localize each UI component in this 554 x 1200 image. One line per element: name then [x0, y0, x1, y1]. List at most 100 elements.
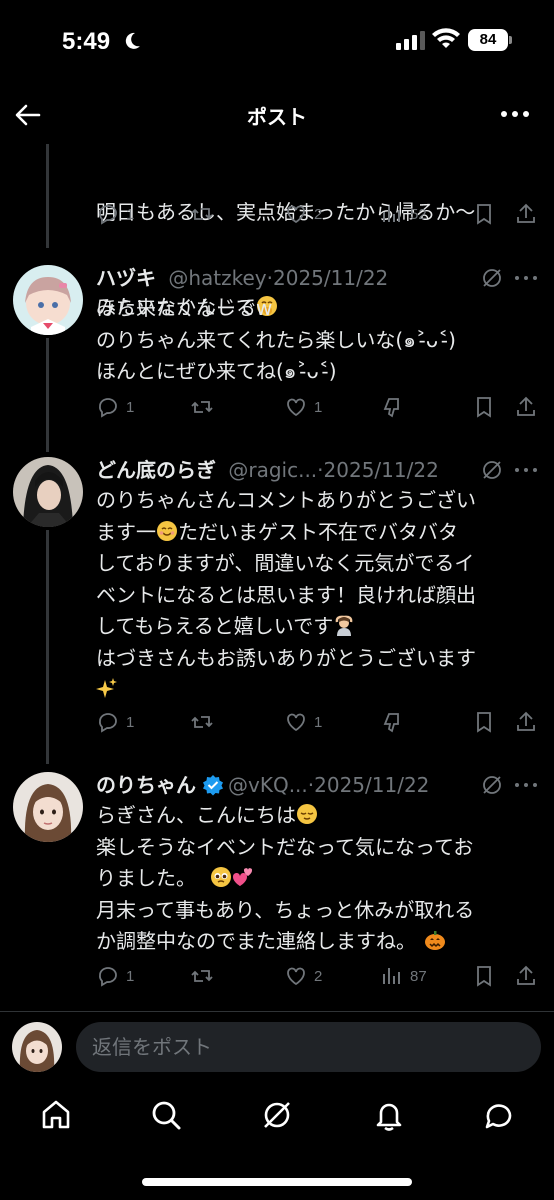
tweet-actions: 1 1 [0, 710, 554, 740]
more-options-icon[interactable] [513, 458, 539, 482]
avatar[interactable] [13, 457, 83, 527]
grok-icon[interactable] [480, 266, 504, 290]
more-options-icon[interactable] [513, 266, 539, 290]
tweet-actions: 1 2 87 [0, 964, 554, 994]
view-count: 87 [410, 967, 427, 985]
tweet-header: のりちゃん @vKQ...·2025/11/22 [96, 769, 429, 799]
user-handle[interactable]: @vKQ... [228, 773, 308, 797]
like-button[interactable]: 2 [284, 202, 322, 226]
reply-button[interactable]: 1 [96, 202, 134, 226]
repost-button[interactable] [190, 395, 214, 419]
reply-button[interactable]: 1 [96, 710, 134, 734]
reply-bar: 返信をポスト [0, 1011, 554, 1081]
share-icon [517, 396, 535, 416]
tweet-date: ·2025/11/22 [317, 458, 439, 482]
more-options-icon[interactable] [498, 99, 532, 129]
user-handle[interactable]: @hatzkey [168, 266, 266, 290]
home-icon[interactable] [39, 1098, 73, 1132]
reply-icon [99, 398, 117, 418]
tweet-text: らぎさん、こんにちは 楽しそうなイベントだなって気になってお りました。 月末っ… [96, 800, 546, 958]
reply-count: 1 [126, 398, 135, 416]
heart-icon [287, 967, 305, 986]
heart-icon [287, 398, 305, 417]
repost-button[interactable] [190, 202, 214, 226]
tweet-text: のりちゃんさんコメントありがとうござい ます一 ただいまゲスト不在でバタバタ して… [96, 485, 546, 706]
views-icon [383, 206, 400, 222]
share-icon [517, 203, 535, 223]
heart-icon [287, 205, 305, 224]
share-icon [517, 965, 535, 985]
like-button[interactable]: 2 [284, 964, 322, 988]
views-button[interactable]: 87 [380, 964, 427, 988]
reply-input[interactable]: 返信をポスト [76, 1022, 541, 1072]
bookmark-button[interactable] [472, 964, 496, 988]
grok-icon[interactable] [480, 458, 504, 482]
views-button[interactable]: 52 [380, 202, 427, 226]
battery-nub [509, 36, 512, 44]
search-icon[interactable] [149, 1098, 183, 1132]
repost-icon [191, 401, 213, 413]
share-button[interactable] [514, 395, 538, 419]
reply-count: 1 [126, 205, 135, 223]
like-button[interactable]: 1 [284, 395, 322, 419]
reply-icon [99, 205, 117, 225]
tweet-header: ハヅキ @hatzkey·2025/11/22 [96, 262, 388, 292]
avatar[interactable] [13, 265, 83, 335]
status-bar: 5:49 84 [0, 0, 554, 84]
two-hearts-emoji-icon [232, 866, 254, 888]
downvote-button[interactable] [380, 710, 404, 734]
reply-button[interactable]: 1 [96, 395, 134, 419]
reply-icon [99, 967, 117, 987]
downvote-button[interactable] [380, 395, 404, 419]
grok-icon[interactable] [480, 773, 504, 797]
repost-icon [191, 208, 213, 220]
reply-count: 1 [126, 967, 135, 985]
share-button[interactable] [514, 202, 538, 226]
tweet-text-segment: らぎさん、こんにちは [96, 803, 296, 827]
tweet-actions: 1 2 52 [0, 202, 554, 232]
repost-icon [191, 716, 213, 728]
display-name[interactable]: ハヅキ [96, 266, 156, 290]
like-button[interactable]: 1 [284, 710, 322, 734]
display-name[interactable]: のりちゃん [96, 773, 196, 797]
repost-button[interactable] [190, 710, 214, 734]
header: ポスト [0, 84, 554, 144]
bookmark-button[interactable] [472, 710, 496, 734]
reply-icon [99, 713, 117, 733]
tweet-date: ·2025/11/22 [266, 266, 389, 290]
display-name[interactable]: どん底のらぎ [96, 458, 216, 482]
like-count: 2 [314, 205, 323, 223]
bookmark-button[interactable] [472, 395, 496, 419]
repost-icon [191, 970, 213, 982]
home-indicator [142, 1178, 412, 1186]
tweet-actions: 1 1 [0, 395, 554, 425]
messages-icon[interactable] [482, 1098, 516, 1132]
view-count: 52 [410, 205, 427, 223]
holding-back-tears-emoji-icon [210, 866, 232, 888]
user-handle[interactable]: @ragic... [228, 458, 317, 482]
verified-badge-icon [203, 775, 223, 796]
bookmark-icon [477, 712, 491, 733]
more-options-icon[interactable] [513, 773, 539, 797]
notifications-icon[interactable] [372, 1098, 406, 1132]
status-time: 5:49 [62, 28, 111, 55]
wifi-icon [432, 28, 460, 48]
bookmark-button[interactable] [472, 202, 496, 226]
bookmark-icon [477, 966, 491, 987]
bookmark-icon [477, 397, 491, 418]
downvote-icon [383, 713, 399, 733]
reply-button[interactable]: 1 [96, 964, 134, 988]
reply-count: 1 [126, 713, 135, 731]
tweet-text-segment: 楽しそうなイベントだなって気になってお りました。 [96, 834, 474, 891]
share-icon [517, 711, 535, 731]
signal-icon [396, 31, 425, 50]
my-avatar[interactable] [12, 1022, 62, 1072]
relieved-face-emoji-icon [296, 803, 318, 825]
share-button[interactable] [514, 710, 538, 734]
battery-indicator: 84 [468, 29, 508, 51]
repost-button[interactable] [190, 964, 214, 988]
grok-icon[interactable] [260, 1098, 294, 1132]
share-button[interactable] [514, 964, 538, 988]
avatar[interactable] [13, 772, 83, 842]
like-count: 2 [314, 967, 323, 985]
